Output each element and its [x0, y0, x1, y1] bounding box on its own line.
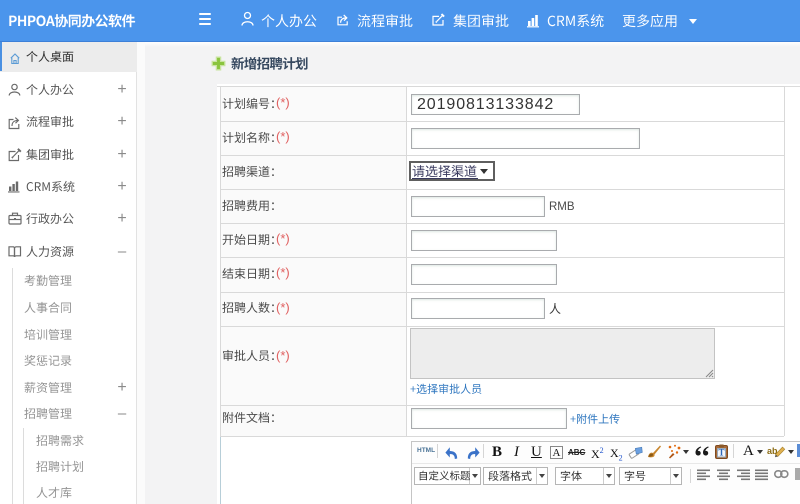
svg-text:T: T — [718, 448, 724, 458]
